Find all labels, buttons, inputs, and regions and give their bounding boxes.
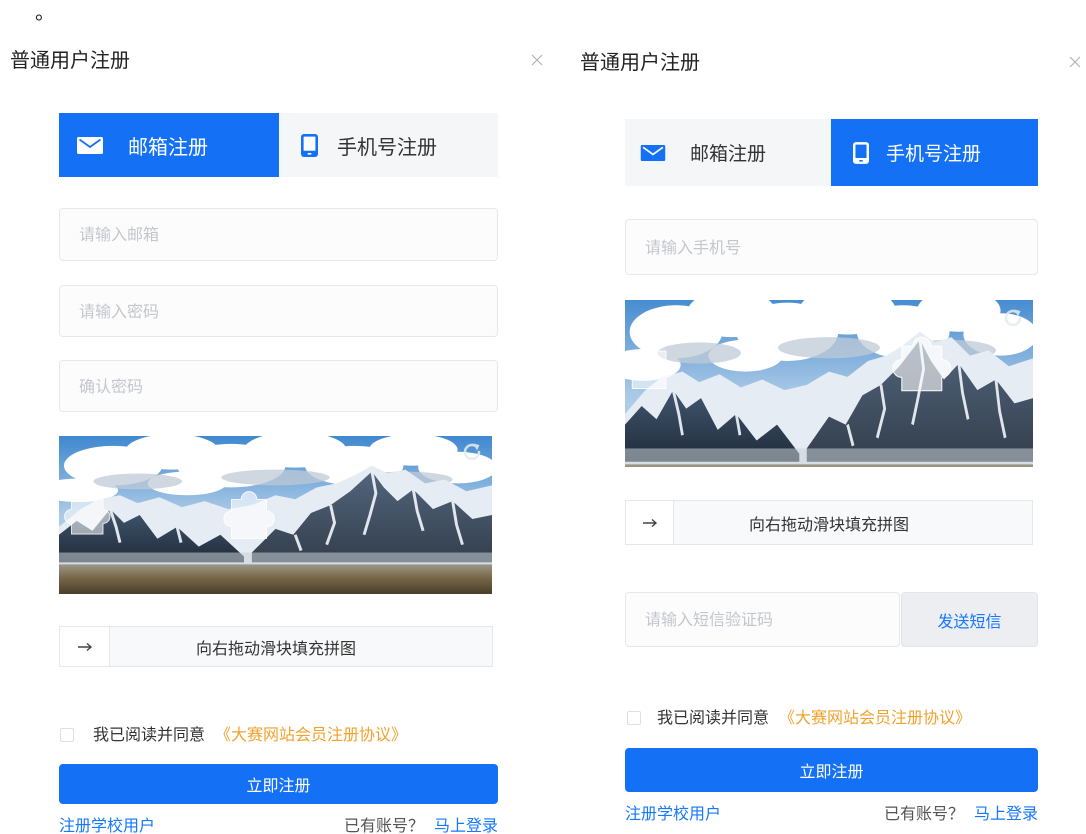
phone-input[interactable]	[625, 219, 1038, 275]
captcha-slider: 向右拖动滑块填充拼图	[59, 626, 493, 667]
puzzle-slot	[892, 336, 952, 392]
send-sms-button[interactable]: 发送短信	[901, 592, 1038, 647]
arrow-right-icon	[77, 642, 92, 651]
arrow-right-icon	[642, 518, 657, 527]
school-register-link[interactable]: 注册学校用户	[59, 818, 155, 834]
has-account-text: 已有账号？	[883, 804, 964, 823]
close-icon[interactable]	[531, 54, 543, 66]
puzzle-slot	[223, 491, 275, 539]
register-type-tabs: 邮箱注册 手机号注册	[625, 119, 1038, 186]
password-input[interactable]	[59, 285, 498, 337]
agreement-link[interactable]: 《大赛网站会员注册协议》	[215, 727, 407, 743]
agreement-text: 我已阅读并同意	[93, 725, 206, 744]
sms-code-input[interactable]	[625, 592, 900, 647]
tab-phone-register-label: 手机号注册	[886, 143, 982, 165]
puzzle-piece[interactable]	[61, 478, 117, 548]
captcha-image	[59, 436, 492, 594]
puzzle-piece[interactable]	[625, 330, 681, 402]
captcha-background	[625, 300, 1033, 467]
tab-phone-register[interactable]: 手机号注册	[831, 119, 1038, 186]
tab-email-register-label: 邮箱注册	[128, 134, 208, 159]
confirm-password-input[interactable]	[59, 360, 498, 412]
agreement-row: 我已阅读并同意 《大赛网站会员注册协议》	[627, 710, 971, 726]
envelope-icon	[77, 136, 103, 154]
tab-email-register-label: 邮箱注册	[690, 143, 767, 165]
slider-hint: 向右拖动滑块填充拼图	[748, 514, 909, 534]
dialog-title: 普通用户注册	[10, 48, 130, 72]
close-icon[interactable]	[1069, 56, 1081, 68]
tab-phone-register-label: 手机号注册	[337, 134, 437, 159]
has-account-text: 已有账号？	[343, 816, 424, 834]
phone-icon	[853, 141, 869, 164]
email-input[interactable]	[59, 208, 498, 261]
dialog-footer: 注册学校用户 已有账号？ 马上登录	[625, 806, 1038, 822]
envelope-icon	[640, 144, 666, 161]
agreement-row: 我已阅读并同意 《大赛网站会员注册协议》	[60, 727, 407, 743]
dialog-footer: 注册学校用户 已有账号？ 马上登录	[59, 818, 498, 834]
slider-handle[interactable]	[59, 626, 110, 667]
login-link[interactable]: 马上登录	[974, 806, 1038, 822]
tab-phone-register[interactable]: 手机号注册	[279, 113, 498, 177]
register-button[interactable]: 立即注册	[625, 748, 1038, 792]
login-prompt: 已有账号？ 马上登录	[344, 818, 498, 834]
login-link[interactable]: 马上登录	[434, 818, 498, 834]
tab-email-register[interactable]: 邮箱注册	[625, 119, 831, 186]
refresh-icon[interactable]	[460, 440, 484, 464]
email-register-dialog: 普通用户注册 邮箱注册 手机号注册 向右拖动滑块填充拼图	[0, 0, 543, 834]
school-register-link[interactable]: 注册学校用户	[625, 806, 721, 822]
captcha-slider: 向右拖动滑块填充拼图	[625, 500, 1033, 545]
phone-register-dialog: 普通用户注册 邮箱注册 手机号注册 向右拖动滑块填充拼图	[543, 0, 1086, 834]
register-type-tabs: 邮箱注册 手机号注册	[59, 113, 498, 177]
agree-checkbox[interactable]	[60, 728, 74, 742]
agreement-text: 我已阅读并同意	[657, 708, 770, 727]
captcha-image	[625, 300, 1033, 467]
agreement-link[interactable]: 《大赛网站会员注册协议》	[779, 710, 971, 726]
login-prompt: 已有账号？ 马上登录	[884, 806, 1038, 822]
refresh-icon[interactable]	[1001, 306, 1025, 330]
slider-hint: 向右拖动滑块填充拼图	[195, 638, 356, 658]
register-button[interactable]: 立即注册	[59, 764, 498, 804]
dialog-title: 普通用户注册	[580, 50, 700, 74]
slider-handle[interactable]	[625, 500, 674, 545]
agree-checkbox[interactable]	[627, 711, 641, 725]
tab-email-register[interactable]: 邮箱注册	[59, 113, 279, 177]
phone-icon	[301, 133, 318, 157]
